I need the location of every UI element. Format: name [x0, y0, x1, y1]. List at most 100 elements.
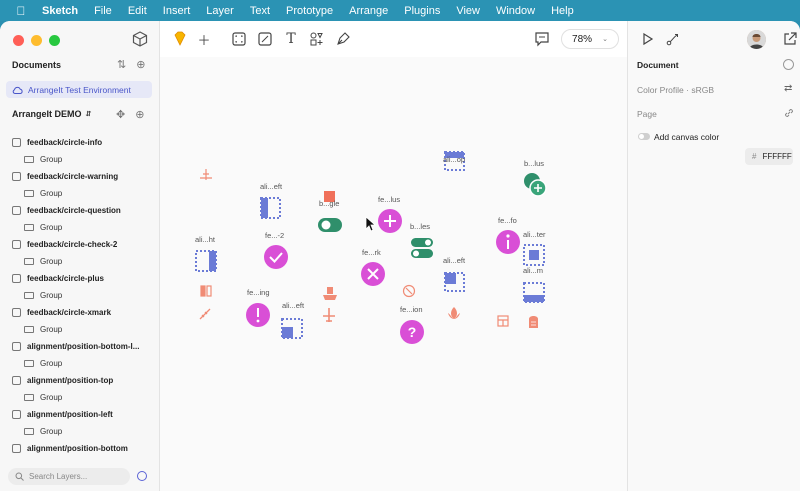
filter-icon[interactable]	[137, 471, 147, 481]
sort-icon[interactable]: ⇅	[117, 58, 126, 71]
close-window-button[interactable]	[13, 35, 24, 46]
minimize-window-button[interactable]	[31, 35, 42, 46]
page-selector[interactable]: ArrangeIt DEMO ⇵	[12, 109, 91, 119]
comments-icon[interactable]	[533, 30, 551, 48]
sketch-window: Documents ⇅ ⊕ ArrangeIt Test Environment…	[0, 21, 800, 491]
artboard-label[interactable]: fe...-2	[265, 231, 284, 240]
apple-menu-icon[interactable]: 	[8, 4, 34, 18]
artboard-label[interactable]: fe...ing	[247, 288, 270, 297]
symbols-icon[interactable]	[307, 29, 327, 49]
avatar[interactable]	[747, 30, 766, 49]
layer-row[interactable]: feedback/circle-xmark	[0, 304, 160, 321]
share-icon[interactable]	[781, 30, 799, 48]
document-item[interactable]: ArrangeIt Test Environment	[6, 81, 152, 98]
menu-view[interactable]: View	[448, 5, 488, 17]
layer-row[interactable]: feedback/circle-question	[0, 202, 160, 219]
layer-row-child[interactable]: Group	[0, 321, 160, 338]
artboard-icon	[12, 444, 21, 453]
menu-layer[interactable]: Layer	[198, 5, 242, 17]
layer-row-child[interactable]: Group	[0, 219, 160, 236]
canvas-color-toggle[interactable]	[638, 133, 650, 140]
add-document-icon[interactable]: ⊕	[136, 58, 145, 71]
swap-icon[interactable]: ⇄	[784, 83, 792, 94]
menu-app-name[interactable]: Sketch	[34, 5, 86, 17]
prototype-link-icon[interactable]	[664, 30, 682, 48]
canvas-color-hex-field[interactable]: # FFFFFF	[745, 148, 793, 165]
zoom-control[interactable]: 78% ⌄	[561, 29, 619, 49]
insert-toolbar-group: ＋	[170, 29, 214, 49]
play-icon[interactable]	[638, 30, 656, 48]
add-page-icon[interactable]: ⊕	[135, 108, 144, 121]
menu-plugins[interactable]: Plugins	[396, 5, 448, 17]
artboard-label[interactable]: b...lus	[524, 159, 544, 168]
text-tool-icon[interactable]: T	[281, 29, 301, 49]
artboard-label[interactable]: b...les	[410, 222, 430, 231]
zoom-value: 78%	[572, 33, 593, 45]
menu-file[interactable]: File	[86, 5, 120, 17]
artboard-icon	[12, 308, 21, 317]
layer-row[interactable]: feedback/circle-warning	[0, 168, 160, 185]
layer-row[interactable]: feedback/circle-check-2	[0, 236, 160, 253]
artboard-label[interactable]: ali...ht	[195, 235, 215, 244]
search-input[interactable]: Search Layers...	[29, 472, 87, 481]
layer-row-child[interactable]: Group	[0, 185, 160, 202]
pen-tool-icon[interactable]	[333, 29, 353, 49]
layer-label: Group	[40, 325, 63, 334]
components-cube-icon[interactable]	[131, 30, 149, 48]
layer-row-child[interactable]: Group	[0, 389, 160, 406]
layer-row[interactable]: alignment/position-left	[0, 406, 160, 423]
small-icon-flower	[448, 307, 460, 319]
insert-plus-icon[interactable]: ＋	[194, 29, 214, 49]
layer-row-child[interactable]: Group	[0, 287, 160, 304]
page-label: Page	[637, 109, 657, 119]
artboard-alignment-left	[260, 197, 281, 219]
artboard-circle-question: ?	[400, 320, 424, 344]
menu-prototype[interactable]: Prototype	[278, 5, 341, 17]
menu-arrange[interactable]: Arrange	[341, 5, 396, 17]
artboard-label[interactable]: ali...eft	[443, 256, 465, 265]
menu-help[interactable]: Help	[543, 5, 582, 17]
artboard-label[interactable]: ali...ter	[523, 230, 546, 239]
color-profile-label[interactable]: Color Profile · sRGB	[637, 85, 714, 95]
layer-row-child[interactable]: Group	[0, 151, 160, 168]
artboard-label[interactable]: fe...ion	[400, 305, 423, 314]
link-icon[interactable]	[783, 107, 795, 119]
small-icon-columns	[200, 285, 212, 297]
sketch-diamond-icon[interactable]	[170, 29, 190, 49]
folder-icon	[24, 394, 34, 401]
canvas[interactable]: ? ali...op b...lus ali...eft b...gle fe.…	[160, 57, 627, 491]
frame-tool-icon[interactable]	[229, 29, 249, 49]
layer-label: Group	[40, 427, 63, 436]
menu-text[interactable]: Text	[242, 5, 278, 17]
artboard-label[interactable]: ali...m	[523, 266, 543, 275]
artboard-label[interactable]: ali...eft	[282, 301, 304, 310]
document-label: Document	[637, 60, 679, 70]
layer-row[interactable]: feedback/circle-plus	[0, 270, 160, 287]
layer-row-child[interactable]: Group	[0, 253, 160, 270]
document-item-label: ArrangeIt Test Environment	[28, 84, 131, 95]
artboard-label[interactable]: fe...rk	[362, 248, 381, 257]
layer-row-child[interactable]: Group	[0, 355, 160, 372]
left-sidebar: Documents ⇅ ⊕ ArrangeIt Test Environment…	[0, 21, 160, 491]
small-icon-ruler	[199, 308, 211, 320]
move-icon[interactable]: ✥	[116, 108, 125, 121]
artboard-label[interactable]: b...gle	[319, 199, 339, 208]
artboard-label[interactable]: fe...fo	[498, 216, 517, 225]
document-settings-icon[interactable]	[783, 59, 794, 70]
menu-edit[interactable]: Edit	[120, 5, 155, 17]
layer-row[interactable]: alignment/position-bottom-l...	[0, 338, 160, 355]
artboard-label[interactable]: ali...eft	[260, 182, 282, 191]
layer-row[interactable]: alignment/position-bottom	[0, 440, 160, 457]
zoom-window-button[interactable]	[49, 35, 60, 46]
artboard-label[interactable]: fe...lus	[378, 195, 400, 204]
artboard-label[interactable]: ali...op	[443, 155, 465, 164]
layer-row[interactable]: alignment/position-top	[0, 372, 160, 389]
layer-row-child[interactable]: Group	[0, 423, 160, 440]
layer-row[interactable]: feedback/circle-info	[0, 134, 160, 151]
search-layers[interactable]: Search Layers...	[8, 468, 130, 485]
folder-icon	[24, 292, 34, 299]
menu-window[interactable]: Window	[488, 5, 543, 17]
vector-shape-icon[interactable]	[255, 29, 275, 49]
menu-insert[interactable]: Insert	[155, 5, 199, 17]
folder-icon	[24, 360, 34, 367]
